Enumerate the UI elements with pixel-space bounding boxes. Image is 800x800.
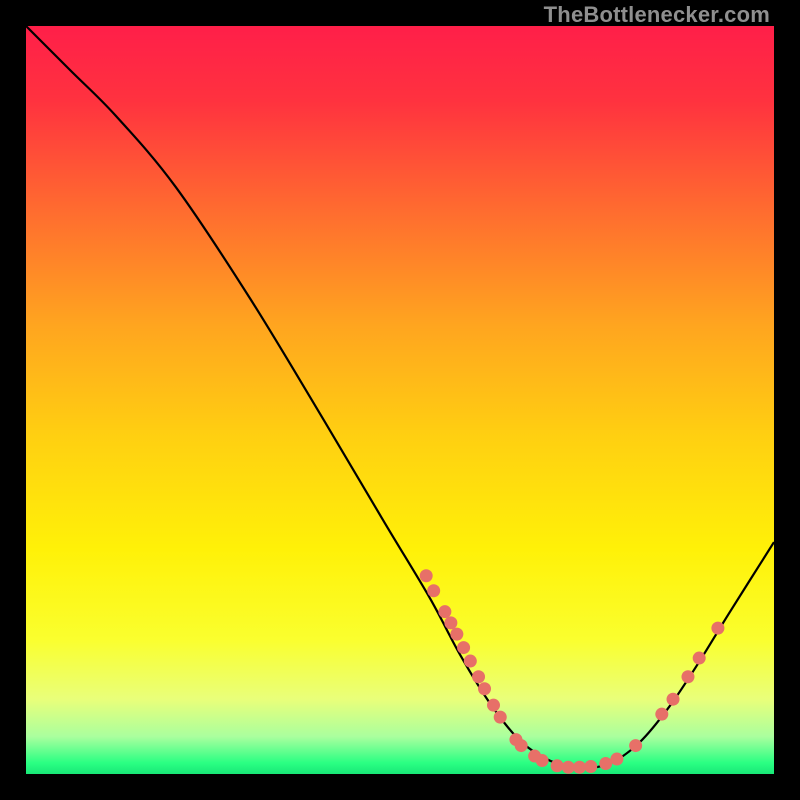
data-marker	[457, 641, 470, 654]
data-marker	[629, 739, 642, 752]
data-marker	[573, 761, 586, 774]
data-marker	[515, 739, 528, 752]
data-marker	[427, 584, 440, 597]
data-marker	[711, 622, 724, 635]
data-marker	[681, 670, 694, 683]
chart-background	[26, 26, 774, 774]
data-marker	[438, 605, 451, 618]
data-marker	[536, 754, 549, 767]
data-marker	[472, 670, 485, 683]
data-marker	[610, 753, 623, 766]
data-marker	[420, 569, 433, 582]
data-marker	[450, 628, 463, 641]
data-marker	[599, 757, 612, 770]
data-marker	[584, 760, 597, 773]
data-marker	[464, 655, 477, 668]
data-marker	[562, 761, 575, 774]
data-marker	[693, 652, 706, 665]
data-marker	[487, 699, 500, 712]
data-marker	[655, 708, 668, 721]
data-marker	[551, 759, 564, 772]
chart-frame	[26, 26, 774, 774]
watermark-text: TheBottlenecker.com	[544, 2, 770, 28]
data-marker	[494, 711, 507, 724]
data-marker	[444, 616, 457, 629]
data-marker	[478, 682, 491, 695]
chart-svg	[26, 26, 774, 774]
data-marker	[667, 693, 680, 706]
